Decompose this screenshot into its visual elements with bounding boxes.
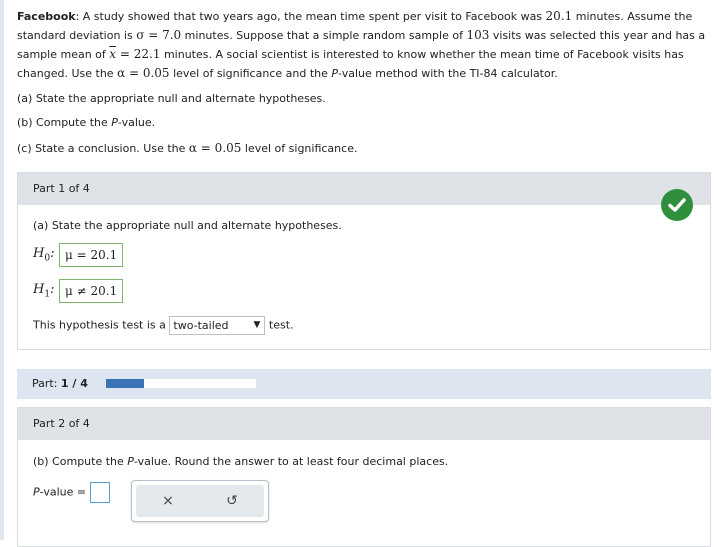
dropdown-arrow-icon: ▼: [253, 320, 261, 330]
problem-statement: Facebook: A study showed that two years …: [17, 9, 706, 80]
problem-title: Facebook: [17, 10, 76, 23]
part1-prompt: (a) State the appropriate null and alter…: [33, 219, 342, 232]
progress-fill: [106, 379, 144, 388]
pvalue-input[interactable]: [89, 482, 110, 503]
question-a: (a) State the appropriate null and alter…: [17, 92, 326, 105]
question-c: (c) State a conclusion. Use the α = 0.05…: [17, 141, 358, 155]
h1-label: H1:: [33, 282, 55, 300]
part2-card: Part 2 of 4 (b) Compute the P-value. Rou…: [17, 407, 711, 547]
undo-button[interactable]: ↺: [200, 485, 264, 517]
progress-label: Part:: [32, 377, 58, 390]
h1-row: H1: μ ≠ 20.1: [33, 279, 124, 303]
test-type-select[interactable]: two-tailed ▼: [169, 316, 266, 335]
h0-label: H0:: [33, 246, 55, 264]
h0-row: H0: μ = 20.1: [33, 243, 124, 267]
left-border: [0, 0, 4, 540]
part1-header: Part 1 of 4: [18, 173, 710, 205]
progress-bar-row: Part: 1 / 4: [17, 369, 711, 399]
check-circle-icon: [661, 189, 693, 221]
progress-value: 1 / 4: [60, 377, 88, 390]
clear-button[interactable]: ×: [136, 485, 200, 517]
part1-card: Part 1 of 4 (a) State the appropriate nu…: [17, 172, 711, 350]
part2-header: Part 2 of 4: [18, 408, 710, 440]
pvalue-label: -value =: [39, 485, 87, 499]
progress-track: [106, 379, 256, 388]
pvalue-row: P-value =: [33, 482, 110, 503]
h1-answer-field[interactable]: μ ≠ 20.1: [59, 279, 124, 303]
test-type-row: This hypothesis test is a two-tailed ▼ te…: [33, 316, 294, 335]
part2-prompt: (b) Compute the P-value. Round the answe…: [33, 455, 449, 468]
answer-toolbox: × ↺: [131, 480, 269, 522]
question-b: (b) Compute the P-value.: [17, 116, 156, 129]
toolbox-inner: × ↺: [136, 485, 264, 517]
h0-answer-field[interactable]: μ = 20.1: [59, 243, 124, 267]
